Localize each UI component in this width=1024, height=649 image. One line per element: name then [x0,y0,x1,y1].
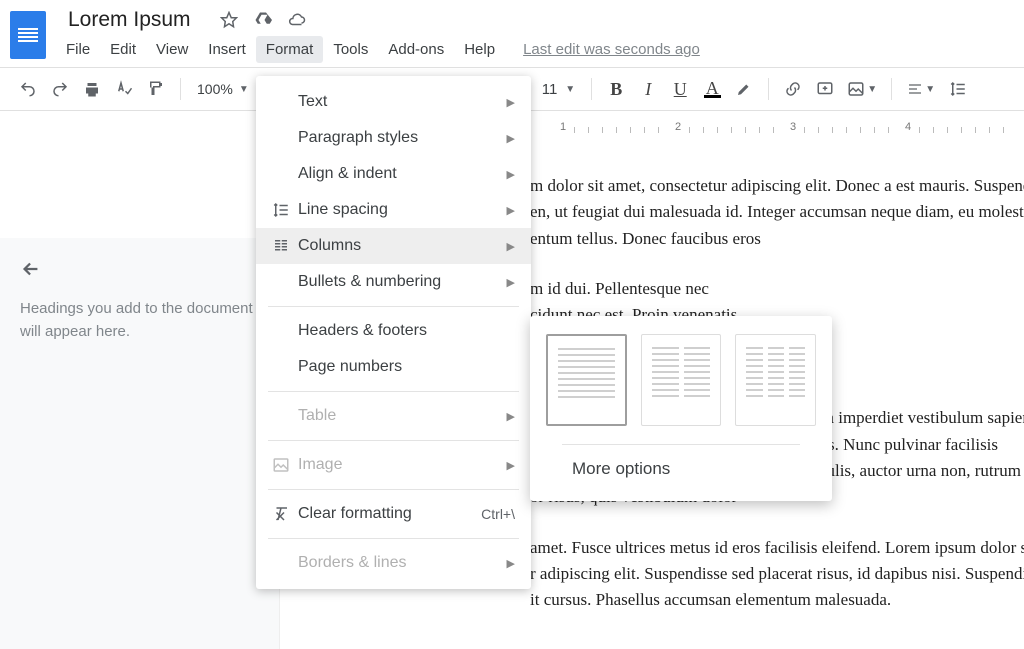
doc-paragraph[interactable]: m dolor sit amet, consectetur adipiscing… [530,173,1024,252]
ruler-tick: 1 [560,121,566,133]
submenu-arrow-icon: ▶ [507,132,515,145]
title-bar: Lorem Ipsum FileEditViewInsertFormatTool… [0,0,1024,63]
ruler-tick: 2 [675,121,681,133]
highlight-button[interactable] [730,75,758,103]
menu-add-ons[interactable]: Add-ons [378,36,454,63]
submenu-arrow-icon: ▶ [507,168,515,181]
line-spacing-icon [272,201,298,219]
menu-item-label: Columns [298,237,507,255]
chevron-down-icon: ▼ [565,84,575,95]
redo-button[interactable] [46,75,74,103]
cloud-saved-icon[interactable] [287,10,307,30]
outline-hint-text: Headings you add to the document will ap… [20,298,259,343]
last-edit-link[interactable]: Last edit was seconds ago [523,41,700,58]
columns-submenu: More options [530,316,832,501]
undo-button[interactable] [14,75,42,103]
docs-logo-icon[interactable] [10,11,46,59]
align-button[interactable]: ▼ [902,75,940,103]
insert-link-button[interactable] [779,75,807,103]
clear-icon [272,505,298,523]
menu-item-label: Headers & footers [298,322,515,340]
columns-option-3[interactable] [735,334,816,426]
menubar: FileEditViewInsertFormatToolsAdd-onsHelp… [56,34,700,63]
text-color-button[interactable]: A [698,75,726,103]
format-bullets-numbering[interactable]: Bullets & numbering▶ [256,264,531,300]
document-title[interactable]: Lorem Ipsum [62,6,197,34]
ruler-tick: 3 [790,121,796,133]
zoom-value: 100% [197,81,233,97]
menu-item-label: Page numbers [298,358,515,376]
menu-item-label: Bullets & numbering [298,273,507,291]
menu-format[interactable]: Format [256,36,324,63]
menu-insert[interactable]: Insert [198,36,256,63]
menu-item-label: Text [298,93,507,111]
format-align-indent[interactable]: Align & indent▶ [256,156,531,192]
format-page-numbers[interactable]: Page numbers [256,349,531,385]
submenu-arrow-icon: ▶ [507,240,515,253]
shortcut-label: Ctrl+\ [481,506,515,522]
ruler-tick: 4 [905,121,911,133]
submenu-arrow-icon: ▶ [507,276,515,289]
menu-help[interactable]: Help [454,36,505,63]
insert-image-button[interactable]: ▼ [843,75,881,103]
menu-item-label: Table [298,407,507,425]
menu-item-label: Image [298,456,507,474]
submenu-arrow-icon: ▶ [507,96,515,109]
font-size-select[interactable]: 11 ▼ [534,81,583,98]
menu-view[interactable]: View [146,36,198,63]
chevron-down-icon: ▼ [239,84,249,95]
bold-button[interactable]: B [602,75,630,103]
menu-item-label: Borders & lines [298,554,507,572]
menu-item-label: Clear formatting [298,505,481,523]
outline-sidebar: Headings you add to the document will ap… [0,238,280,649]
format-line-spacing[interactable]: Line spacing▶ [256,192,531,228]
zoom-select[interactable]: 100% ▼ [189,81,257,97]
move-to-drive-icon[interactable] [253,10,273,30]
format-menu: Text▶Paragraph styles▶Align & indent▶Lin… [256,76,531,589]
menu-tools[interactable]: Tools [323,36,378,63]
columns-option-2[interactable] [641,334,722,426]
spellcheck-button[interactable] [110,75,138,103]
menu-item-label: Paragraph styles [298,129,507,147]
submenu-arrow-icon: ▶ [507,204,515,217]
format-table: Table▶ [256,398,531,434]
menu-file[interactable]: File [56,36,100,63]
underline-button[interactable]: U [666,75,694,103]
star-icon[interactable] [219,10,239,30]
format-clear-formatting[interactable]: Clear formattingCtrl+\ [256,496,531,532]
image-icon [272,456,298,474]
doc-paragraph[interactable]: amet. Fusce ultrices metus id eros facil… [530,535,1024,614]
back-arrow-icon[interactable] [20,258,259,280]
menu-edit[interactable]: Edit [100,36,146,63]
insert-comment-button[interactable] [811,75,839,103]
font-size-value: 11 [542,81,558,98]
columns-option-1[interactable] [546,334,627,426]
columns-icon [272,237,298,255]
submenu-arrow-icon: ▶ [507,557,515,570]
print-button[interactable] [78,75,106,103]
italic-button[interactable]: I [634,75,662,103]
line-spacing-button[interactable] [944,75,972,103]
format-columns[interactable]: Columns▶ [256,228,531,264]
format-image: Image▶ [256,447,531,483]
paint-format-button[interactable] [142,75,170,103]
format-headers-footers[interactable]: Headers & footers [256,313,531,349]
menu-item-label: Align & indent [298,165,507,183]
format-borders-lines: Borders & lines▶ [256,545,531,581]
submenu-arrow-icon: ▶ [507,459,515,472]
format-text[interactable]: Text▶ [256,84,531,120]
columns-more-options[interactable]: More options [546,445,816,489]
submenu-arrow-icon: ▶ [507,410,515,423]
format-paragraph-styles[interactable]: Paragraph styles▶ [256,120,531,156]
menu-item-label: Line spacing [298,201,507,219]
